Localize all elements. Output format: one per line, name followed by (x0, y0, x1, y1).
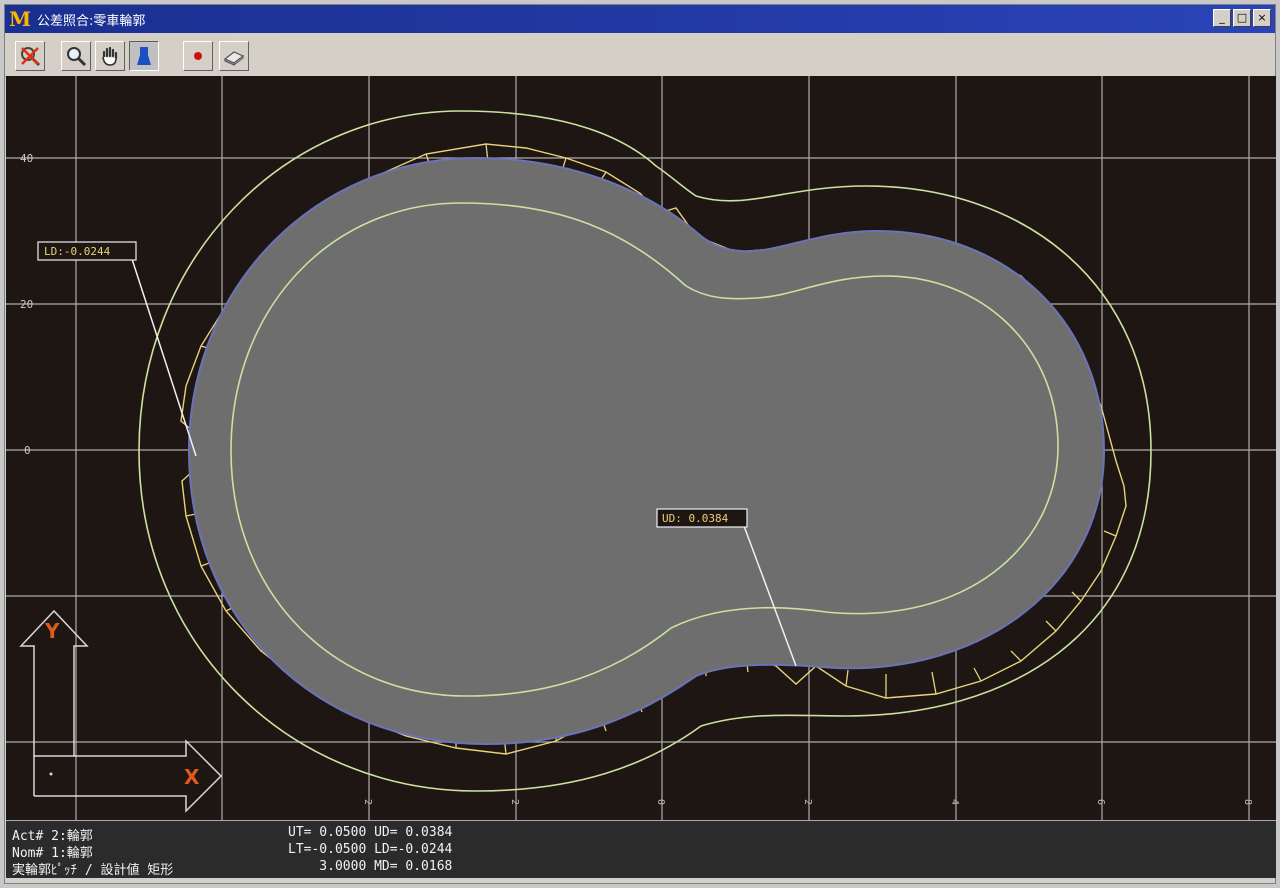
hand-icon (102, 46, 118, 66)
upper-deviation-label: UD: 0.0384 (662, 512, 729, 525)
profile-plot: 40 20 0 LD:-0.0244 UD: 0.0384 2 2 0 2 4 … (6, 76, 1276, 820)
plot-canvas[interactable]: 40 20 0 LD:-0.0244 UD: 0.0384 2 2 0 2 4 … (6, 76, 1276, 820)
axis-gizmo: Y X (19, 609, 223, 813)
magnifier-icon (67, 47, 87, 67)
window-controls: _ □ × (1213, 9, 1271, 27)
view-tool-button[interactable] (129, 41, 159, 71)
y-tick-label: 40 (20, 152, 33, 165)
svg-text:2: 2 (802, 799, 813, 805)
svg-text:6: 6 (1095, 799, 1106, 805)
pan-tool-button[interactable] (95, 41, 125, 71)
lower-deviation-callout: LD:-0.0244 (37, 241, 197, 457)
status-upper: UT= 0.0500 UD= 0.0384 (288, 825, 453, 840)
cross-magnifier-icon (21, 47, 41, 67)
svg-text:0: 0 (655, 799, 666, 805)
eraser-icon (223, 51, 245, 67)
app-logo-icon: M (9, 7, 32, 31)
eraser-tool-button[interactable] (219, 41, 249, 71)
title-bar: M 公差照合:零車輪郭 _ □ × (5, 5, 1275, 33)
figure-icon (137, 47, 151, 65)
close-button[interactable]: × (1253, 9, 1271, 27)
red-dot-icon (194, 52, 202, 60)
y-tick-label: 0 (24, 444, 31, 457)
maximize-button[interactable]: □ (1233, 9, 1251, 27)
svg-text:2: 2 (362, 799, 373, 805)
y-tick-labels: 40 20 0 (20, 152, 33, 457)
point-tool-button[interactable] (183, 41, 213, 71)
window-title: 公差照合:零車輪郭 (37, 13, 146, 29)
part-profile (187, 156, 1106, 746)
x-tick-marks: 2 2 0 2 4 6 8 (362, 799, 1253, 805)
y-axis-label: Y (44, 619, 60, 643)
cancel-tool-button[interactable] (15, 41, 45, 71)
toolbar (5, 33, 1275, 77)
svg-text:4: 4 (949, 799, 960, 805)
status-method: 実輪郭ﾋﾟｯﾁ / 設計値 矩形 (12, 863, 174, 878)
status-mean: 3.0000 MD= 0.0168 (288, 859, 453, 874)
svg-text:2: 2 (509, 799, 520, 805)
status-lower: LT=-0.0500 LD=-0.0244 (288, 842, 453, 857)
zoom-tool-button[interactable] (61, 41, 91, 71)
callout-leader (130, 255, 197, 457)
svg-text:8: 8 (1242, 799, 1253, 805)
x-axis-label: X (184, 765, 200, 789)
minimize-button[interactable]: _ (1213, 9, 1231, 27)
lower-deviation-label: LD:-0.0244 (44, 245, 111, 258)
y-tick-label: 20 (20, 298, 33, 311)
status-panel: Act# 2:輪郭 Nom# 1:輪郭 実輪郭ﾋﾟｯﾁ / 設計値 矩形 UT=… (6, 820, 1276, 878)
